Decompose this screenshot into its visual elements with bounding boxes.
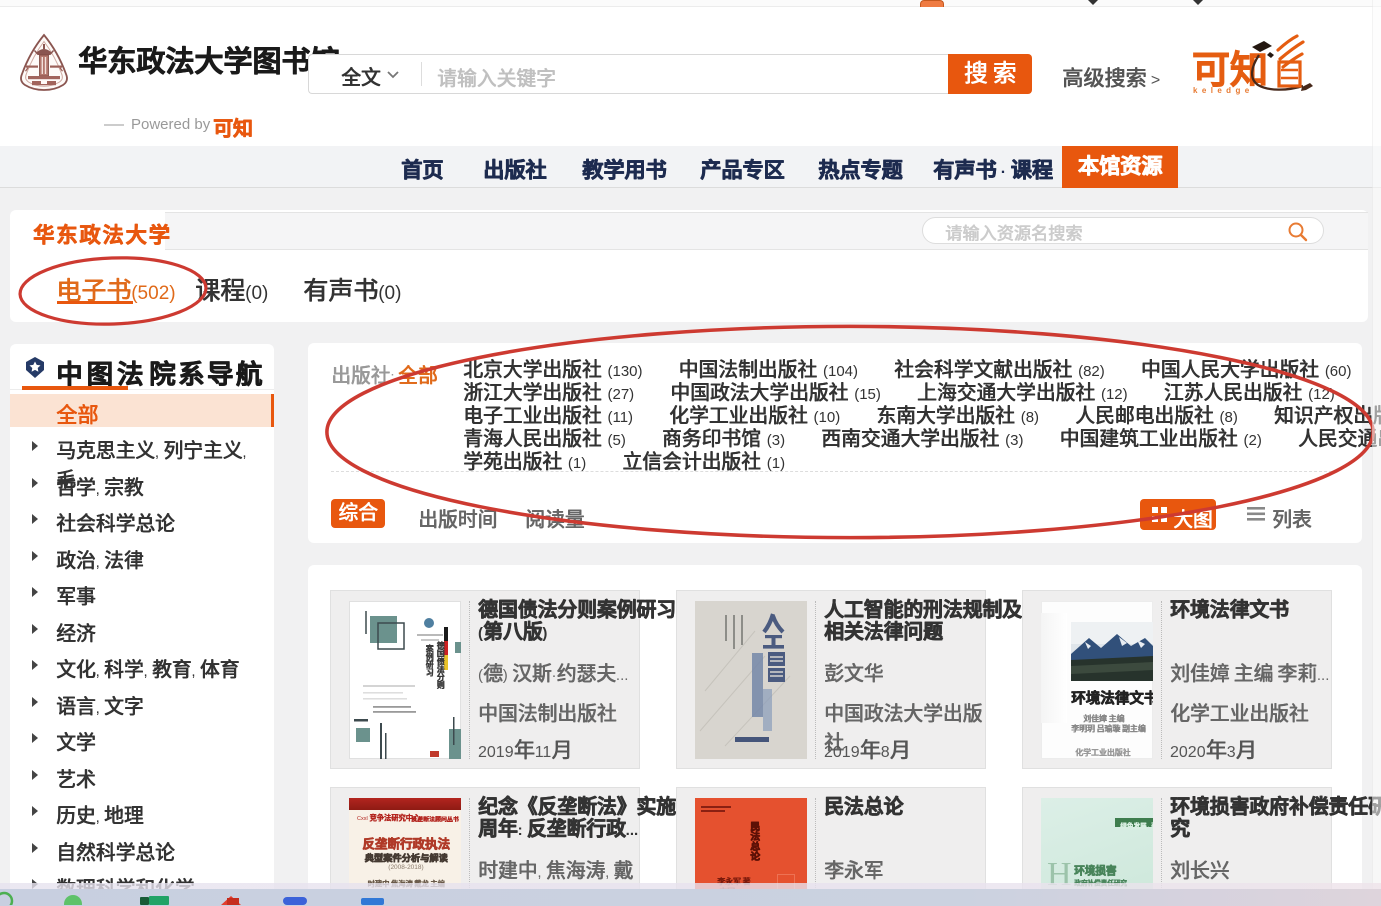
svg-text:keledge: keledge [1193, 86, 1254, 95]
